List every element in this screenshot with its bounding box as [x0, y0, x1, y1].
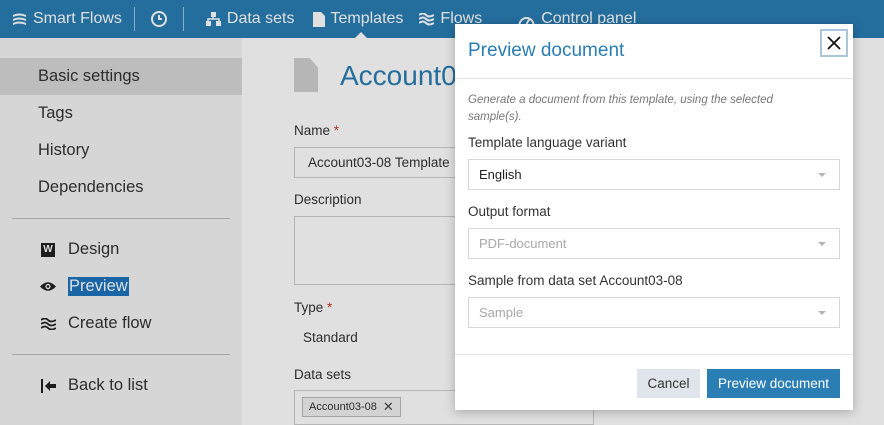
chevron-down-icon	[818, 311, 826, 315]
language-select[interactable]: English	[468, 159, 840, 190]
dialog-footer: Cancel Preview document	[455, 355, 853, 410]
dialog-title: Preview document	[468, 40, 625, 61]
format-label: Output format	[468, 204, 551, 219]
language-label: Template language variant	[468, 135, 627, 150]
sample-label: Sample from data set Account03-08	[468, 273, 683, 288]
preview-document-button[interactable]: Preview document	[707, 369, 840, 398]
close-icon	[827, 36, 841, 50]
chevron-down-icon	[818, 173, 826, 177]
preview-document-dialog: Preview document Generate a document fro…	[455, 24, 853, 410]
chevron-down-icon	[818, 242, 826, 246]
format-select-placeholder: PDF-document	[479, 236, 567, 251]
dialog-hint: Generate a document from this template, …	[468, 94, 773, 123]
dialog-body: Generate a document from this template, …	[455, 79, 853, 355]
cancel-button[interactable]: Cancel	[637, 369, 700, 398]
format-select[interactable]: PDF-document	[468, 228, 840, 259]
sample-select[interactable]: Sample	[468, 297, 840, 328]
close-button[interactable]	[820, 29, 848, 57]
sample-select-placeholder: Sample	[479, 305, 524, 320]
dialog-header: Preview document	[455, 24, 853, 79]
language-select-value: English	[479, 167, 522, 182]
